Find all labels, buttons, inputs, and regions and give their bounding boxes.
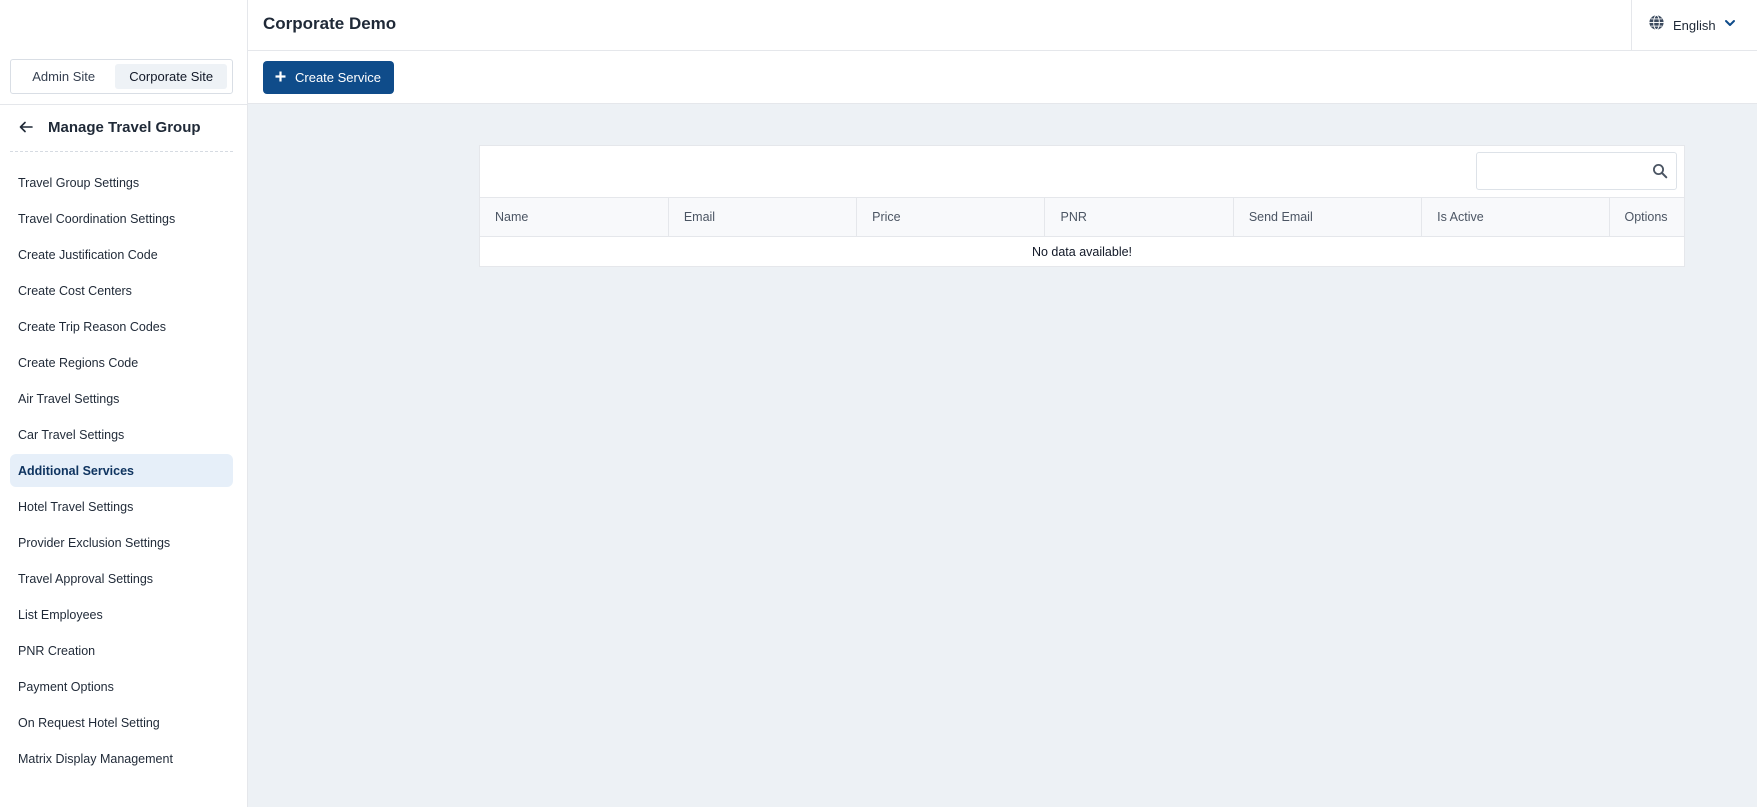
sidebar-item-matrix-display-management[interactable]: Matrix Display Management (10, 742, 233, 775)
create-service-button[interactable]: Create Service (263, 61, 394, 94)
column-header-pnr: PNR (1044, 197, 1234, 237)
sidebar-dashed-divider (10, 151, 233, 152)
table-header-row: Name Email Price PNR Send Email Is Active Opti… (480, 197, 1684, 237)
sidebar-nav: Travel Group Settings Travel Coordination… (10, 166, 233, 778)
sidebar-item-hotel-travel-settings[interactable]: Hotel Travel Settings (10, 490, 233, 523)
sidebar-item-create-regions-code[interactable]: Create Regions Code (10, 346, 233, 379)
main-content: Name Email Price PNR Send Email Is Active Opti… (248, 104, 1757, 807)
search-input[interactable] (1477, 153, 1647, 189)
sidebar-item-create-trip-reason-codes[interactable]: Create Trip Reason Codes (10, 310, 233, 343)
column-header-price: Price (856, 197, 1046, 237)
plus-icon (275, 70, 286, 85)
column-header-is-active: Is Active (1421, 197, 1611, 237)
sidebar-item-payment-options[interactable]: Payment Options (10, 670, 233, 703)
empty-message: No data available! (1031, 244, 1133, 259)
page-title: Corporate Demo (263, 14, 397, 33)
search-icon[interactable] (1652, 163, 1668, 179)
admin-site-tab[interactable]: Admin Site (16, 64, 111, 89)
group-back-link[interactable]: Manage Travel Group (18, 115, 201, 139)
language-selector[interactable]: English (1631, 0, 1757, 50)
sidebar-divider (0, 104, 248, 105)
sidebar-item-travel-coordination-settings[interactable]: Travel Coordination Settings (10, 202, 233, 235)
column-header-send-email: Send Email (1233, 197, 1423, 237)
sidebar-item-pnr-creation[interactable]: PNR Creation (10, 634, 233, 667)
search-box (1476, 152, 1677, 190)
site-switch: Admin Site Corporate Site (10, 59, 233, 94)
sidebar-item-additional-services[interactable]: Additional Services (10, 454, 233, 487)
column-header-name: Name (480, 197, 669, 237)
group-title: Manage Travel Group (48, 118, 201, 136)
sidebar-item-travel-approval-settings[interactable]: Travel Approval Settings (10, 562, 233, 595)
chevron-down-icon (1724, 16, 1736, 34)
sidebar-item-car-travel-settings[interactable]: Car Travel Settings (10, 418, 233, 451)
corporate-site-tab[interactable]: Corporate Site (115, 64, 227, 89)
services-table-card: Name Email Price PNR Send Email Is Active Opti… (479, 145, 1685, 267)
sidebar-item-create-cost-centers[interactable]: Create Cost Centers (10, 274, 233, 307)
back-arrow-icon[interactable] (18, 119, 34, 135)
create-service-label: Create Service (295, 70, 381, 85)
column-header-options: Options (1609, 197, 1684, 237)
top-header: Corporate Demo English (248, 0, 1757, 51)
sidebar-item-air-travel-settings[interactable]: Air Travel Settings (10, 382, 233, 415)
services-table: Name Email Price PNR Send Email Is Active Opti… (480, 197, 1684, 267)
sidebar-item-on-request-hotel-setting[interactable]: On Request Hotel Setting (10, 706, 233, 739)
sidebar-item-provider-exclusion-settings[interactable]: Provider Exclusion Settings (10, 526, 233, 559)
column-header-email: Email (668, 197, 858, 237)
action-toolbar: Create Service (248, 51, 1757, 104)
sidebar-item-travel-group-settings[interactable]: Travel Group Settings (10, 166, 233, 199)
sidebar: Admin Site Corporate Site Manage Travel … (0, 0, 248, 807)
sidebar-item-create-justification-code[interactable]: Create Justification Code (10, 238, 233, 271)
empty-row: No data available! (480, 237, 1684, 267)
globe-icon (1648, 14, 1665, 36)
sidebar-item-list-employees[interactable]: List Employees (10, 598, 233, 631)
language-label: English (1673, 17, 1716, 33)
